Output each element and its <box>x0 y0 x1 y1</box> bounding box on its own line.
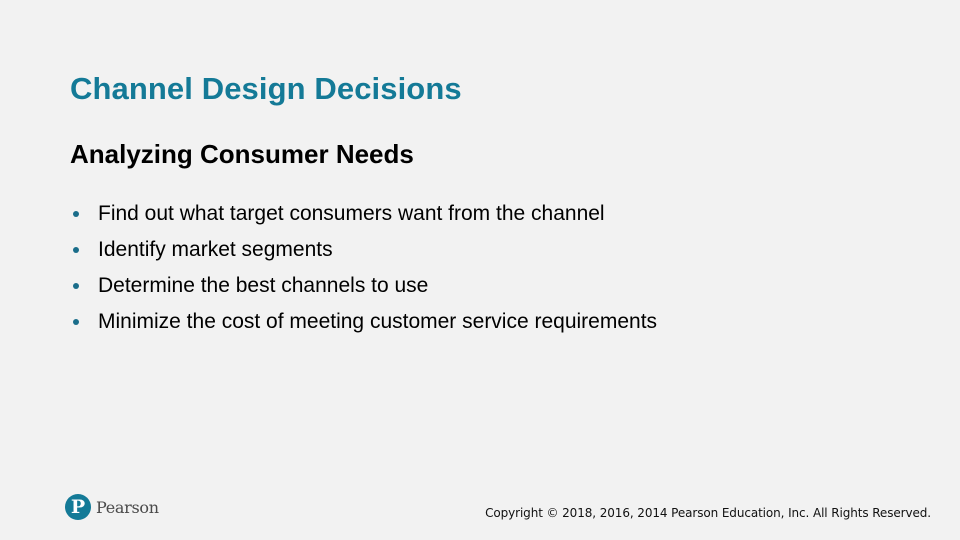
bullet-text: Identify market segments <box>98 238 333 261</box>
pearson-p-icon: P <box>65 494 91 520</box>
bullet-item: Find out what target consumers want from… <box>70 196 657 232</box>
copyright-notice: Copyright © 2018, 2016, 2014 Pearson Edu… <box>485 506 931 520</box>
bullet-dot-icon <box>73 211 79 217</box>
bullet-item: Minimize the cost of meeting customer se… <box>70 304 657 340</box>
bullet-dot-icon <box>73 283 79 289</box>
pearson-logo: P Pearson <box>65 494 159 520</box>
slide-subtitle: Analyzing Consumer Needs <box>70 139 414 169</box>
logo-text: Pearson <box>96 497 159 517</box>
slide-title: Channel Design Decisions <box>70 71 462 106</box>
bullet-item: Identify market segments <box>70 232 657 268</box>
bullet-dot-icon <box>73 247 79 253</box>
logo-glyph: P <box>70 496 86 518</box>
bullet-text: Determine the best channels to use <box>98 274 429 297</box>
bullet-text: Find out what target consumers want from… <box>98 202 605 225</box>
bullet-item: Determine the best channels to use <box>70 268 657 304</box>
bullet-list: Find out what target consumers want from… <box>70 196 657 340</box>
bullet-dot-icon <box>73 319 79 325</box>
bullet-text: Minimize the cost of meeting customer se… <box>98 310 658 333</box>
